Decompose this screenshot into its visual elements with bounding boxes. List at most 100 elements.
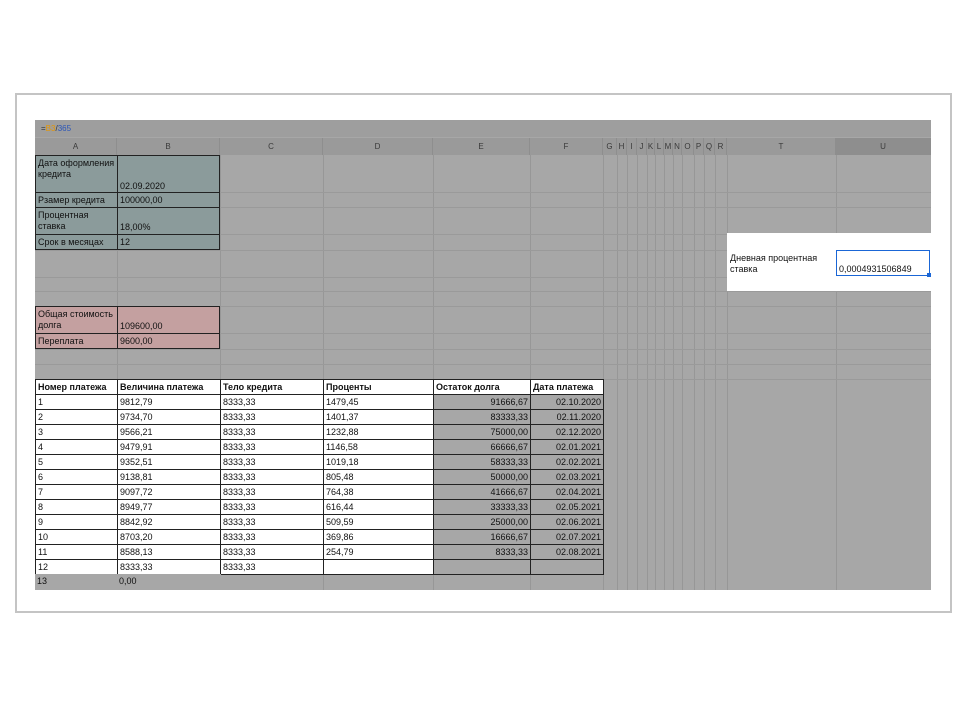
column-header-i[interactable]: I [627, 138, 637, 155]
total-cost-value[interactable]: 109600,00 [117, 306, 220, 334]
table-cell[interactable] [530, 559, 604, 575]
table-cell[interactable]: 75000,00 [433, 424, 531, 440]
table-cell[interactable]: 8333,33 [220, 394, 324, 410]
column-header-o[interactable]: O [682, 138, 694, 155]
table-header-cell[interactable]: Проценты [323, 379, 434, 395]
table-cell[interactable]: 9 [35, 514, 118, 530]
table-cell[interactable]: 1 [35, 394, 118, 410]
table-cell[interactable]: 8333,33 [117, 559, 221, 575]
table-cell[interactable]: 02.10.2020 [530, 394, 604, 410]
table-cell[interactable]: 7 [35, 484, 118, 500]
table-cell[interactable]: 9138,81 [117, 469, 221, 485]
column-header-m[interactable]: M [664, 138, 673, 155]
table-cell[interactable]: 8333,33 [220, 439, 324, 455]
table-cell[interactable]: 8333,33 [220, 514, 324, 530]
table-cell[interactable]: 9734,70 [117, 409, 221, 425]
table-cell[interactable]: 83333,33 [433, 409, 531, 425]
table-cell[interactable]: 764,38 [323, 484, 434, 500]
table-cell[interactable]: 02.07.2021 [530, 529, 604, 545]
table-header-cell[interactable]: Остаток долга [433, 379, 531, 395]
table-header-cell[interactable]: Величина платежа [117, 379, 221, 395]
table-cell[interactable]: 8949,77 [117, 499, 221, 515]
table-cell[interactable]: 2 [35, 409, 118, 425]
table-cell[interactable]: 4 [35, 439, 118, 455]
column-header-u[interactable]: U [836, 138, 931, 155]
table-cell[interactable]: 91666,67 [433, 394, 531, 410]
table-cell[interactable]: 02.12.2020 [530, 424, 604, 440]
table-cell[interactable]: 13 [35, 574, 118, 590]
column-header-r[interactable]: R [715, 138, 727, 155]
table-cell[interactable]: 8333,33 [220, 559, 324, 575]
table-cell[interactable]: 8 [35, 499, 118, 515]
column-header-c[interactable]: C [220, 138, 323, 155]
table-cell[interactable]: 9812,79 [117, 394, 221, 410]
term-value[interactable]: 12 [117, 234, 220, 250]
column-header-h[interactable]: H [617, 138, 627, 155]
table-cell[interactable]: 16666,67 [433, 529, 531, 545]
table-cell[interactable]: 02.01.2021 [530, 439, 604, 455]
table-cell[interactable]: 11 [35, 544, 118, 560]
table-cell[interactable]: 9097,72 [117, 484, 221, 500]
table-cell[interactable]: 10 [35, 529, 118, 545]
table-cell[interactable]: 8333,33 [220, 454, 324, 470]
column-header-t[interactable]: T [727, 138, 836, 155]
column-header-e[interactable]: E [433, 138, 530, 155]
table-cell[interactable]: 02.06.2021 [530, 514, 604, 530]
table-cell[interactable]: 8333,33 [220, 499, 324, 515]
column-header-a[interactable]: A [35, 138, 117, 155]
column-header-f[interactable]: F [530, 138, 603, 155]
table-cell[interactable]: 9352,51 [117, 454, 221, 470]
column-header-d[interactable]: D [323, 138, 433, 155]
table-cell[interactable]: 1019,18 [323, 454, 434, 470]
column-header-n[interactable]: N [673, 138, 682, 155]
column-header-l[interactable]: L [655, 138, 664, 155]
table-cell[interactable]: 1401,37 [323, 409, 434, 425]
date-value[interactable]: 02.09.2020 [117, 155, 220, 193]
table-cell[interactable]: 25000,00 [433, 514, 531, 530]
overpayment-value[interactable]: 9600,00 [117, 333, 220, 349]
table-cell[interactable]: 8333,33 [220, 469, 324, 485]
column-header-j[interactable]: J [637, 138, 647, 155]
table-cell[interactable]: 8333,33 [220, 424, 324, 440]
table-cell[interactable]: 6 [35, 469, 118, 485]
column-header-q[interactable]: Q [704, 138, 715, 155]
table-cell[interactable]: 66666,67 [433, 439, 531, 455]
table-cell[interactable]: 3 [35, 424, 118, 440]
table-header-cell[interactable]: Дата платежа [530, 379, 604, 395]
table-cell[interactable]: 02.08.2021 [530, 544, 604, 560]
table-cell[interactable]: 02.05.2021 [530, 499, 604, 515]
table-cell[interactable]: 8842,92 [117, 514, 221, 530]
table-cell[interactable] [433, 559, 531, 575]
table-cell[interactable]: 9479,91 [117, 439, 221, 455]
table-cell[interactable]: 50000,00 [433, 469, 531, 485]
table-cell[interactable]: 8333,33 [220, 529, 324, 545]
table-cell[interactable]: 5 [35, 454, 118, 470]
table-cell[interactable]: 8333,33 [220, 409, 324, 425]
table-cell[interactable]: 1232,88 [323, 424, 434, 440]
table-cell[interactable]: 9566,21 [117, 424, 221, 440]
table-cell[interactable]: 254,79 [323, 544, 434, 560]
daily-rate-value[interactable]: 0,0004931506849 [836, 250, 930, 276]
table-cell[interactable]: 509,59 [323, 514, 434, 530]
column-header-b[interactable]: B [117, 138, 220, 155]
table-header-cell[interactable]: Номер платежа [35, 379, 118, 395]
table-cell[interactable]: 8588,13 [117, 544, 221, 560]
table-cell[interactable]: 1146,58 [323, 439, 434, 455]
formula-bar[interactable]: =B3/365 [35, 120, 931, 137]
column-header-p[interactable]: P [694, 138, 704, 155]
rate-value[interactable]: 18,00% [117, 207, 220, 235]
table-cell[interactable]: 33333,33 [433, 499, 531, 515]
table-cell[interactable]: 02.11.2020 [530, 409, 604, 425]
table-cell[interactable]: 8333,33 [220, 544, 324, 560]
table-cell[interactable]: 41666,67 [433, 484, 531, 500]
table-cell[interactable]: 8703,20 [117, 529, 221, 545]
table-cell[interactable]: 0,00 [117, 574, 221, 590]
table-cell[interactable]: 8333,33 [433, 544, 531, 560]
table-cell[interactable]: 58333,33 [433, 454, 531, 470]
column-header-g[interactable]: G [603, 138, 617, 155]
table-header-cell[interactable]: Тело кредита [220, 379, 324, 395]
amount-value[interactable]: 100000,00 [117, 192, 220, 208]
fill-handle[interactable] [927, 273, 931, 277]
table-cell[interactable]: 12 [35, 559, 118, 575]
table-cell[interactable]: 8333,33 [220, 484, 324, 500]
